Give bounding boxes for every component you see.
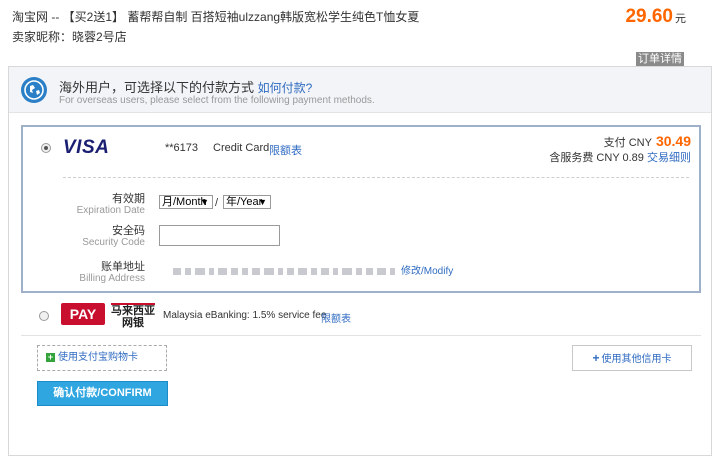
visa-payment-option: VISA **6173 Credit Card 限额表 支付 CNY 30.49 … [21,125,701,293]
molpay-logo: PAY [61,303,105,325]
chevron-down-icon: ▼ [258,197,267,207]
security-code-input[interactable] [159,225,280,246]
security-label-cn: 安全码 [112,225,145,237]
card-number: **6173 [165,142,199,154]
order-total-price: 29.60 元 [625,6,686,28]
billing-label-cn: 账单地址 [101,261,145,273]
payment-panel: 海外用户，可选择以下的付款方式 如何付款? For overseas users… [8,66,712,456]
overseas-info-bar: 海外用户，可选择以下的付款方式 如何付款? For overseas users… [9,67,711,113]
visa-limit-link[interactable]: 限额表 [269,142,302,158]
expiration-label-cn: 有效期 [112,193,145,205]
billing-label-en: Billing Address [79,273,145,284]
pay-label: 支付 CNY [603,137,652,149]
plus-icon: + [592,351,600,365]
seller-nickname: 卖家昵称：晓蓉2号店 [12,30,127,44]
pay-amount-line: 支付 CNY 30.49 [604,133,691,150]
order-title: 淘宝网 -- 【买2送1】 蓄帮帮自制 百搭短袖ulzzang韩版宽松学生纯色T… [12,10,420,24]
billing-address-label: 账单地址 Billing Address [63,261,145,284]
service-fee-text: 含服务费 CNY 0.89 [549,152,644,164]
order-price-unit: 元 [675,13,686,25]
pay-amount: 30.49 [655,133,691,149]
expiration-label-en: Expiration Date [76,205,145,216]
section-divider [21,335,701,336]
card-type: Credit Card [213,142,270,154]
overseas-info-subtitle: For overseas users, please select from t… [59,95,375,106]
security-label-en: Security Code [82,237,145,248]
globe-icon [21,77,47,103]
visa-logo: VISA [63,137,110,158]
confirm-payment-button[interactable]: 确认付款/CONFIRM [37,381,168,406]
date-separator: / [215,197,219,209]
molpay-radio[interactable] [39,311,49,321]
molpay-label-line2: 网银 [122,317,144,329]
other-card-label: 使用其他信用卡 [601,354,672,365]
molpay-limit-link[interactable]: 限额表 [321,310,351,325]
billing-modify-link[interactable]: 修改/Modify [401,262,453,277]
plus-icon: + [46,352,55,362]
use-other-card-button[interactable]: + 使用其他信用卡 [572,345,692,371]
chevron-down-icon: ▼ [200,197,209,207]
expiration-label: 有效期 Expiration Date [63,193,145,216]
service-fee-line: 含服务费 CNY 0.89 交易细则 [549,149,691,165]
molpay-label-line1: 马来西亚 [111,305,155,317]
year-select-value: 年/Year [226,196,263,208]
card-divider [63,177,689,178]
use-giftcard-button[interactable]: + 使用支付宝购物卡 [37,345,167,371]
how-to-pay-link[interactable]: 如何付款? [258,81,313,95]
order-details-tab[interactable]: 订单详情 [636,52,684,67]
transaction-rules-link[interactable]: 交易细则 [647,152,691,164]
overseas-info-title: 海外用户，可选择以下的付款方式 如何付款? [59,77,312,96]
visa-radio[interactable] [41,143,51,153]
molpay-bank-label: 马来西亚 网银 [111,303,155,329]
security-code-label: 安全码 Security Code [63,225,145,248]
giftcard-label: 使用支付宝购物卡 [58,352,138,363]
order-price-amount: 29.60 [625,6,673,27]
molpay-description: Malaysia eBanking: 1.5% service fee [163,310,327,321]
expiration-year-select[interactable]: 年/Year ▼ [223,195,271,209]
expiration-month-select[interactable]: 月/Month ▼ [159,195,213,209]
overseas-info-text: 海外用户，可选择以下的付款方式 [59,80,255,95]
billing-address-redacted [173,268,395,275]
